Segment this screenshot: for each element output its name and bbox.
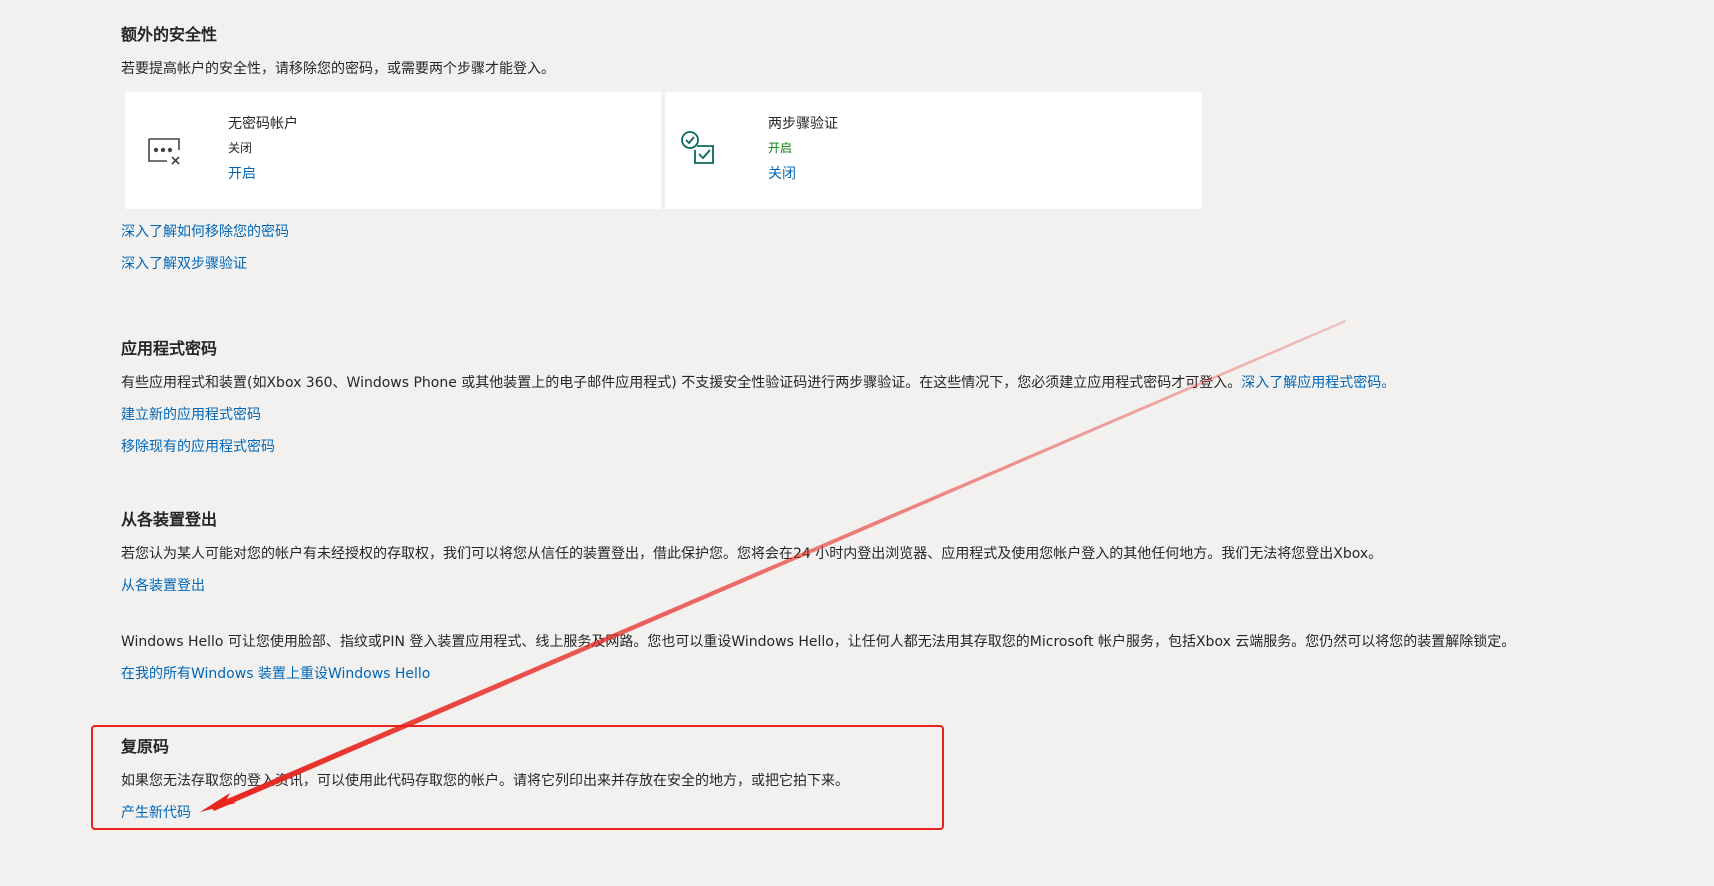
passwordless-status: 关闭 [228, 141, 253, 155]
two-step-verification-status: 开启 [768, 141, 793, 155]
annotation-highlight-box [91, 725, 944, 830]
reset-windows-hello-link[interactable]: 在我的所有Windows 装置上重设Windows Hello [121, 664, 430, 684]
extra-security-title: 额外的安全性 [121, 25, 218, 44]
two-step-verification-card: 两步骤验证 开启 关闭 [665, 92, 1202, 209]
sign-out-title: 从各装置登出 [121, 510, 218, 529]
remove-app-passwords-link[interactable]: 移除现有的应用程式密码 [121, 437, 275, 457]
learn-remove-password-link[interactable]: 深入了解如何移除您的密码 [121, 222, 289, 242]
learn-app-passwords-link[interactable]: 深入了解应用程式密码。 [1241, 375, 1395, 391]
two-step-verification-title: 两步骤验证 [768, 116, 838, 132]
sign-out-description: 若您认为某人可能对您的帐户有未经授权的存取权，我们可以将您从信任的装置登出，借此… [121, 546, 1383, 562]
create-app-password-link[interactable]: 建立新的应用程式密码 [121, 405, 261, 425]
passwordless-icon [147, 135, 183, 171]
passwordless-title: 无密码帐户 [228, 116, 298, 132]
security-page: 额外的安全性 若要提高帐户的安全性，请移除您的密码，或需要两个步骤才能登入。 无… [0, 0, 1714, 886]
passwordless-card: 无密码帐户 关闭 开启 [125, 92, 661, 209]
learn-two-step-verification-link[interactable]: 深入了解双步骤验证 [121, 254, 247, 274]
sign-out-everywhere-link[interactable]: 从各装置登出 [121, 576, 205, 596]
app-passwords-description-text: 有些应用程式和装置(如Xbox 360、Windows Phone 或其他装置上… [121, 375, 1242, 391]
extra-security-description: 若要提高帐户的安全性，请移除您的密码，或需要两个步骤才能登入。 [121, 61, 555, 77]
two-step-verification-turn-off-link[interactable]: 关闭 [768, 164, 796, 184]
passwordless-turn-on-link[interactable]: 开启 [228, 164, 256, 184]
app-passwords-title: 应用程式密码 [121, 339, 218, 358]
app-passwords-description: 有些应用程式和装置(如Xbox 360、Windows Phone 或其他装置上… [121, 373, 1395, 393]
two-step-verification-icon [680, 130, 716, 170]
windows-hello-description: Windows Hello 可让您使用脸部、指纹或PIN 登入装置应用程式、线上… [121, 634, 1516, 650]
